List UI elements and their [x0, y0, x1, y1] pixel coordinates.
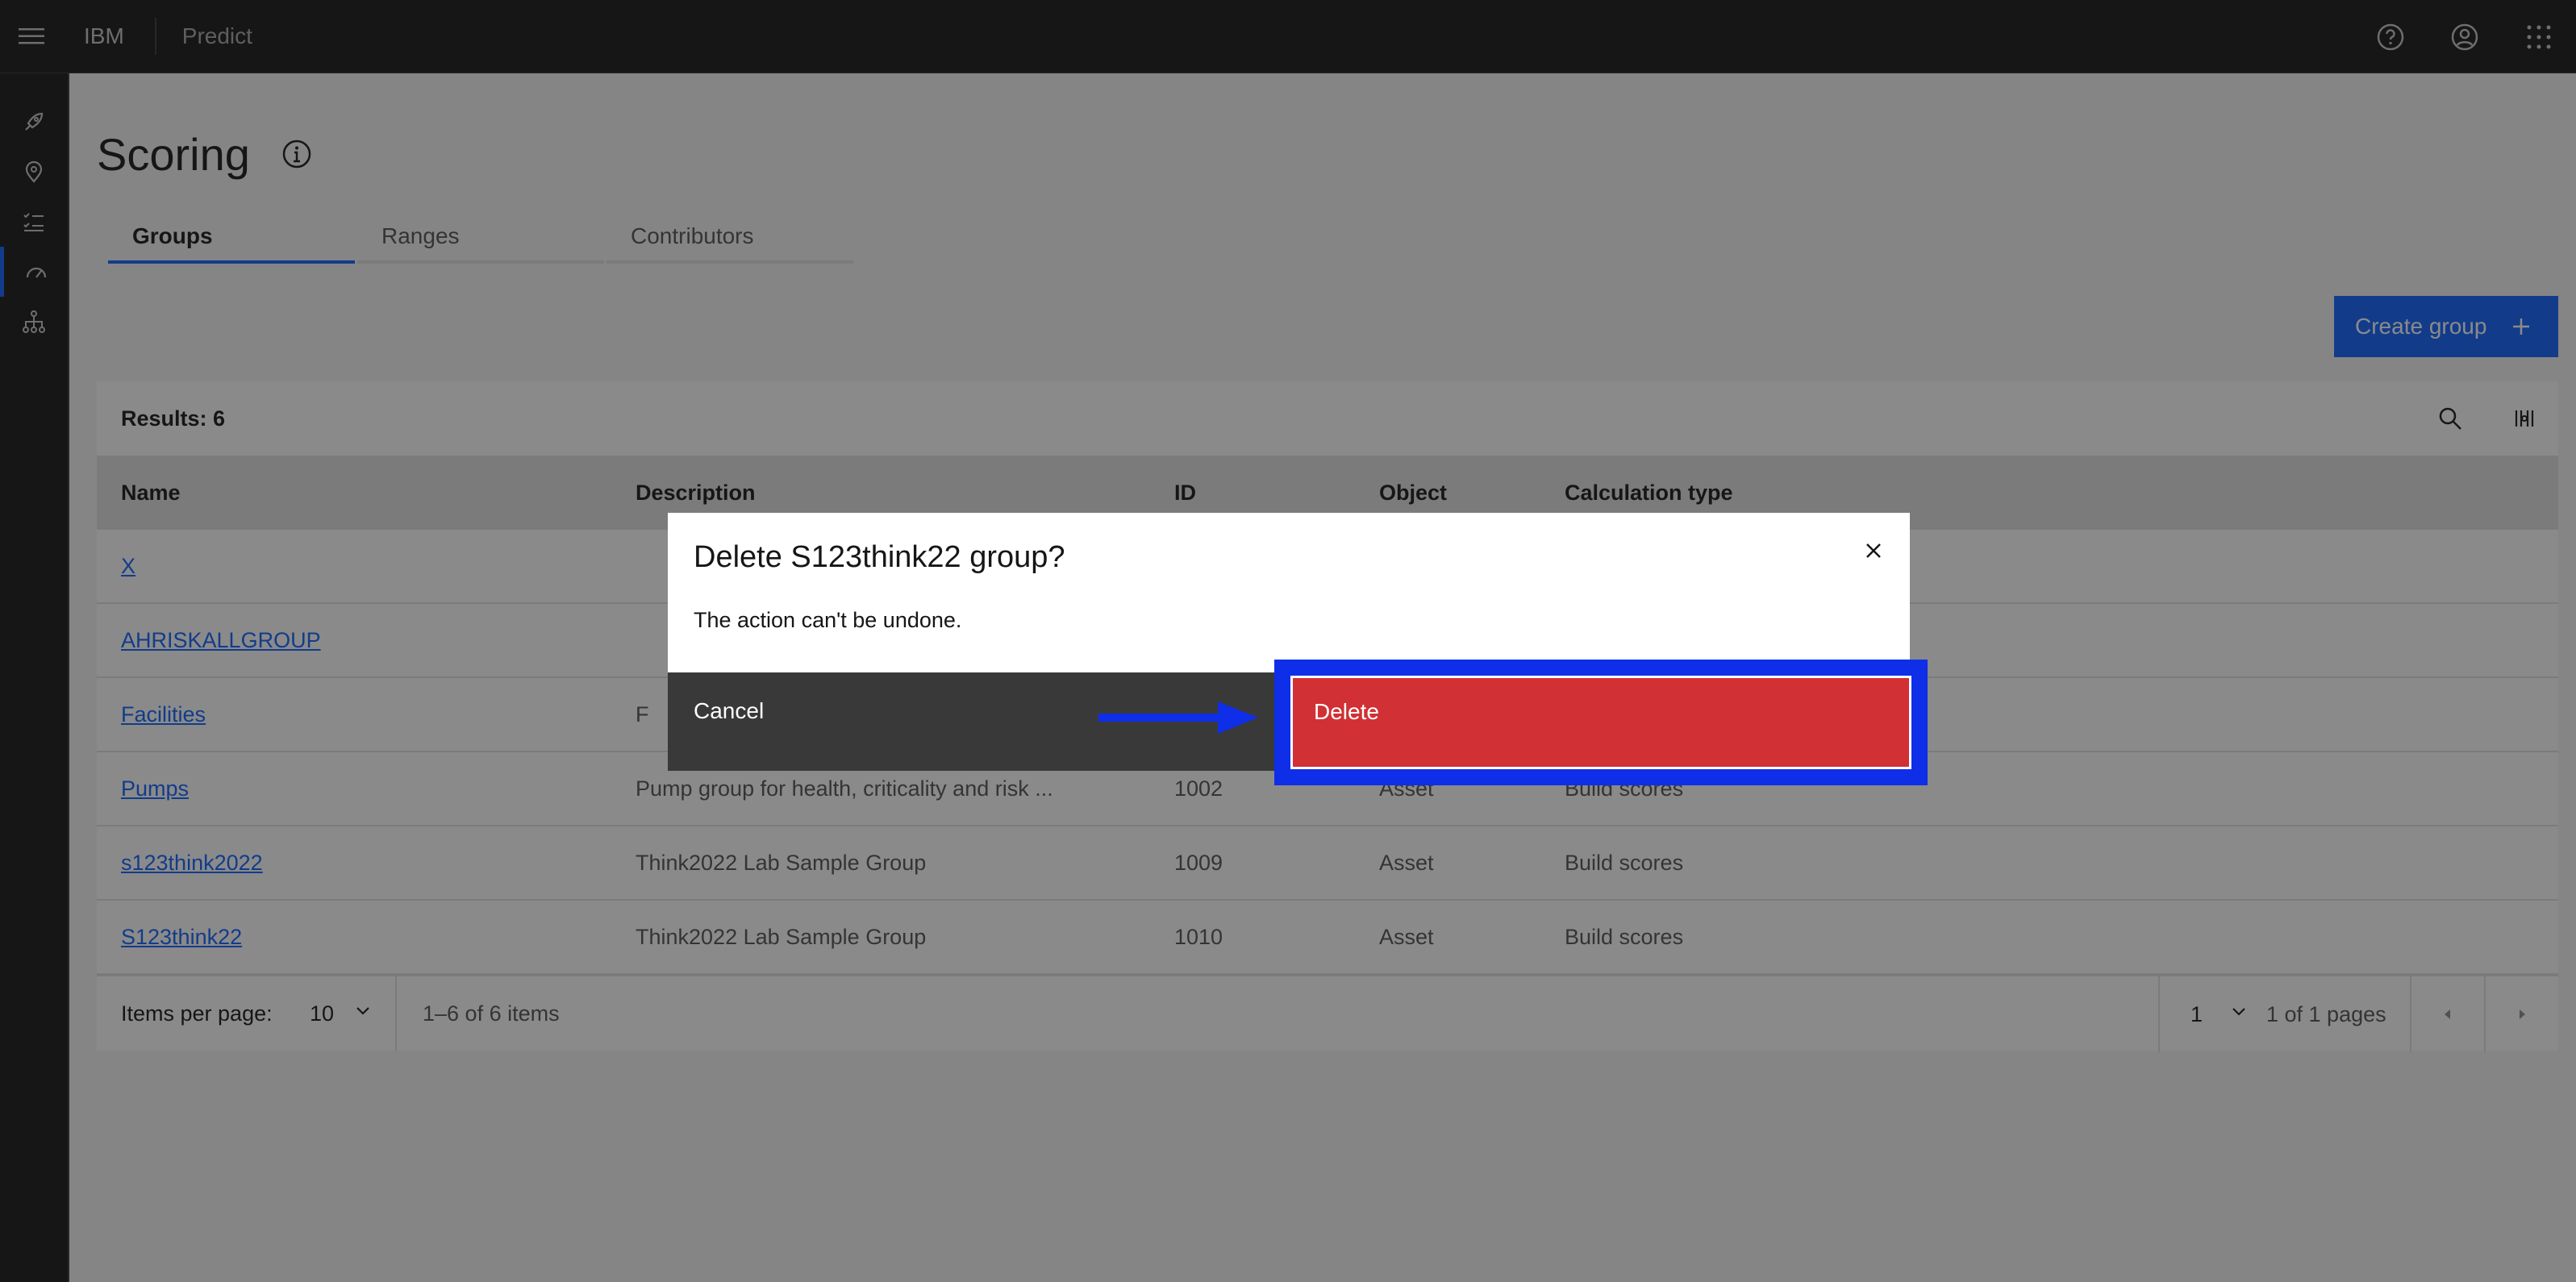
modal-body: The action can't be undone. — [694, 608, 962, 632]
annotation-arrow-icon — [1098, 700, 1260, 741]
close-icon[interactable] — [1855, 532, 1892, 569]
delete-button-highlighted[interactable]: Delete — [1293, 678, 1909, 767]
modal-title: Delete S123think22 group? — [694, 540, 1065, 574]
